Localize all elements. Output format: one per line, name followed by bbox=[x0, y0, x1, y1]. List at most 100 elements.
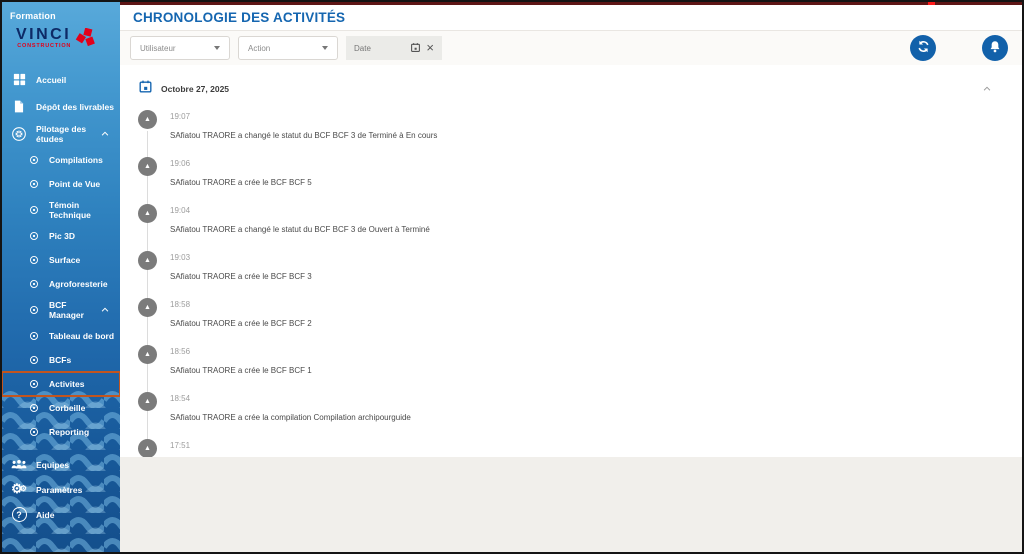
grid-icon bbox=[11, 72, 27, 87]
sidebar-item-equipes[interactable]: Equipes bbox=[2, 452, 120, 477]
sidebar-item-accueil[interactable]: Accueil bbox=[2, 66, 120, 93]
entry-time: 19:07 bbox=[170, 112, 1022, 121]
entry-time: 19:04 bbox=[170, 206, 1022, 215]
circle-dot-icon bbox=[29, 427, 39, 437]
sidebar-item-compilations[interactable]: Compilations bbox=[2, 148, 120, 172]
sidebar-item-temoin-technique[interactable]: Témoin Technique bbox=[2, 196, 120, 224]
timeline-date-group-header[interactable]: Octobre 27, 2025 bbox=[136, 79, 1022, 99]
gears-icon: ⚙⚙ bbox=[11, 484, 27, 495]
top-accent-line bbox=[120, 2, 1022, 5]
timeline-group-date: Octobre 27, 2025 bbox=[161, 84, 229, 94]
brand-subtitle: CONSTRUCTION bbox=[16, 43, 71, 49]
entry-time: 18:56 bbox=[170, 347, 1022, 356]
clear-date-icon[interactable]: × bbox=[426, 42, 434, 54]
sidebar-item-label: Surface bbox=[49, 255, 116, 265]
action-filter-select[interactable]: Action bbox=[238, 36, 338, 60]
circle-dot-icon bbox=[29, 205, 39, 215]
sidebar-item-label: Dépôt des livrables bbox=[36, 102, 116, 112]
timeline-entry: ▲ 19:03 SAfiatou TRAORE a crée le BCF BCF … bbox=[136, 248, 1022, 295]
sidebar-item-label: Corbeille bbox=[49, 403, 116, 413]
document-icon bbox=[11, 99, 27, 114]
entry-text: SAfiatou TRAORE a crée le BCF BCF 3 bbox=[170, 272, 1022, 281]
sidebar-item-surface[interactable]: Surface bbox=[2, 248, 120, 272]
circle-dot-icon bbox=[29, 279, 39, 289]
sidebar-item-pilotage-des-etudes[interactable]: Pilotage des études bbox=[2, 120, 120, 148]
people-icon bbox=[11, 458, 27, 471]
vinci-logo: VINCI CONSTRUCTION bbox=[16, 28, 112, 54]
sidebar-item-label: Tableau de bord bbox=[49, 331, 116, 341]
action-filter-placeholder: Action bbox=[248, 44, 270, 53]
environment-label: Formation bbox=[10, 11, 112, 21]
cube-icon bbox=[11, 126, 27, 142]
entry-text: SAfiatou TRAORE a changé le statut du BC… bbox=[170, 131, 1022, 140]
red-indicator bbox=[928, 2, 935, 5]
activity-avatar-icon: ▲ bbox=[138, 439, 157, 457]
sidebar-item-bcf-manager[interactable]: BCF Manager bbox=[2, 296, 120, 324]
notifications-button[interactable] bbox=[982, 35, 1008, 61]
main-area: CHRONOLOGIE DES ACTIVITÉS Utilisateur Ac… bbox=[120, 2, 1022, 552]
help-icon: ? bbox=[11, 507, 27, 522]
user-filter-placeholder: Utilisateur bbox=[140, 44, 176, 53]
circle-dot-icon bbox=[29, 355, 39, 365]
entry-text: SAfiatou TRAORE a crée la compilation Co… bbox=[170, 413, 1022, 422]
entry-text: SAfiatou TRAORE a crée le BCF BCF 5 bbox=[170, 178, 1022, 187]
activity-timeline-panel: Octobre 27, 2025 ▲ 19:07 SAfiatou TRAORE a… bbox=[120, 65, 1022, 457]
circle-dot-icon bbox=[29, 379, 39, 389]
circle-dot-icon bbox=[29, 155, 39, 165]
sidebar-item-activites[interactable]: Activites bbox=[2, 372, 120, 396]
chevron-down-icon bbox=[214, 46, 220, 50]
refresh-icon bbox=[916, 39, 931, 57]
timeline: ▲ 19:07 SAfiatou TRAORE a changé le statut… bbox=[136, 107, 1022, 457]
sidebar-nav: Accueil Dépôt des livrables Pilotage des é… bbox=[2, 66, 120, 444]
timeline-entry: ▲18:58SAfiatou TRAORE a crée le BCF BCF … bbox=[136, 295, 1022, 342]
collapse-group-chevron-up-icon[interactable] bbox=[982, 84, 992, 94]
activity-avatar-icon: ▲ bbox=[138, 110, 157, 129]
page-title: CHRONOLOGIE DES ACTIVITÉS bbox=[133, 10, 345, 25]
sidebar-item-tableau-de-bord[interactable]: Tableau de bord bbox=[2, 324, 120, 348]
sidebar-item-agroforesterie[interactable]: Agroforesterie bbox=[2, 272, 120, 296]
circle-dot-icon bbox=[29, 305, 39, 315]
date-filter-placeholder: Date bbox=[354, 44, 405, 53]
refresh-button[interactable] bbox=[910, 35, 936, 61]
sidebar-item-label: Point de Vue bbox=[49, 179, 116, 189]
entry-time: 19:06 bbox=[170, 159, 1022, 168]
sidebar-item-bcfs[interactable]: BCFs bbox=[2, 348, 120, 372]
chevron-up-icon bbox=[100, 305, 110, 315]
circle-dot-icon bbox=[29, 231, 39, 241]
entry-time: 19:03 bbox=[170, 253, 1022, 262]
user-filter-select[interactable]: Utilisateur bbox=[130, 36, 230, 60]
brand-block: Formation VINCI CONSTRUCTION bbox=[2, 2, 120, 60]
sidebar-item-label: Activites bbox=[49, 379, 116, 389]
timeline-entry: ▲19:06SAfiatou TRAORE a crée le BCF BCF … bbox=[136, 154, 1022, 201]
sidebar-item-reporting[interactable]: Reporting bbox=[2, 420, 120, 444]
sidebar-item-parametres[interactable]: ⚙⚙ Paramètres bbox=[2, 477, 120, 502]
sidebar-item-depot-des-livrables[interactable]: Dépôt des livrables bbox=[2, 93, 120, 120]
sidebar-item-label: Equipes bbox=[36, 460, 116, 470]
calendar-icon[interactable] bbox=[410, 42, 421, 55]
activity-avatar-icon: ▲ bbox=[138, 251, 157, 270]
entry-time: 18:54 bbox=[170, 394, 1022, 403]
page-header: CHRONOLOGIE DES ACTIVITÉS bbox=[120, 5, 1022, 31]
date-filter-input[interactable]: Date × bbox=[346, 36, 442, 60]
entry-text: SAfiatou TRAORE a changé le statut du BC… bbox=[170, 225, 1022, 234]
sidebar-item-label: Pilotage des études bbox=[36, 124, 91, 144]
timeline-entries: ▲ 19:07 SAfiatou TRAORE a changé le statut… bbox=[136, 107, 1022, 457]
sidebar-item-pic-3d[interactable]: Pic 3D bbox=[2, 224, 120, 248]
sidebar-item-label: Compilations bbox=[49, 155, 116, 165]
sidebar-item-label: Témoin Technique bbox=[49, 200, 116, 220]
sidebar-item-label: BCFs bbox=[49, 355, 116, 365]
sidebar-item-aide[interactable]: ?Aide bbox=[2, 502, 120, 527]
sidebar-item-point-de-vue[interactable]: Point de Vue bbox=[2, 172, 120, 196]
entry-text: SAfiatou TRAORE a crée le BCF BCF 2 bbox=[170, 319, 1022, 328]
sidebar-item-corbeille[interactable]: Corbeille bbox=[2, 396, 120, 420]
vinci-mark-icon bbox=[75, 28, 96, 54]
sidebar: Formation VINCI CONSTRUCTION Accueil Dépô… bbox=[2, 2, 120, 552]
sidebar-item-label: BCF Manager bbox=[49, 300, 90, 320]
circle-dot-icon bbox=[29, 179, 39, 189]
sidebar-item-label: Reporting bbox=[49, 427, 116, 437]
activity-avatar-icon: ▲ bbox=[138, 298, 157, 317]
circle-dot-icon bbox=[29, 403, 39, 413]
sidebar-item-label: Paramètres bbox=[36, 485, 116, 495]
timeline-entry: ▲18:56SAfiatou TRAORE a crée le BCF BCF … bbox=[136, 342, 1022, 389]
sidebar-bottom-nav: Equipes ⚙⚙ Paramètres ?Aide bbox=[2, 452, 120, 527]
